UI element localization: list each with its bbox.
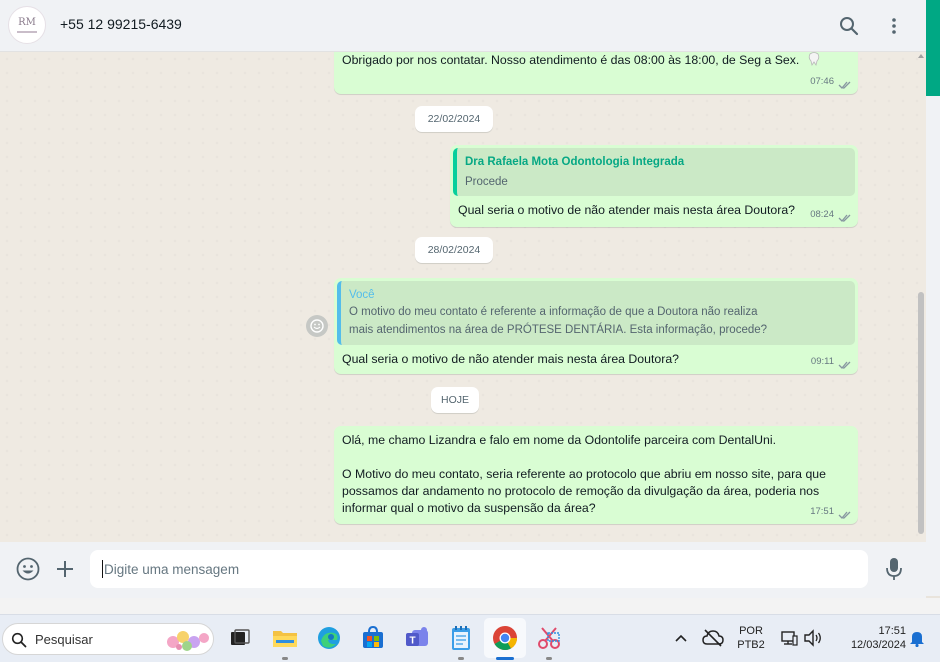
flowers-decoration-icon [167, 631, 209, 651]
double-check-icon [838, 214, 851, 222]
teams-icon[interactable]: T [402, 623, 432, 653]
language-indicator[interactable]: POR PTB2 [734, 624, 768, 652]
quoted-message[interactable]: Dra Rafaela Mota Odontologia Integrada P… [453, 148, 855, 196]
side-panel-edge [926, 96, 940, 596]
contact-name[interactable]: +55 12 99215-6439 [60, 16, 182, 32]
quote-text: Procede [465, 176, 508, 188]
date-divider: HOJE [431, 387, 479, 413]
message-bubble-outgoing[interactable]: Você O motivo do meu contato é referente… [334, 278, 858, 374]
clock-time: 17:51 [878, 625, 906, 637]
snipping-tool-icon[interactable] [534, 623, 564, 653]
search-icon[interactable] [836, 13, 862, 39]
double-check-icon [838, 81, 851, 89]
chat-scrollbar[interactable] [916, 52, 926, 542]
message-text-line: O Motivo do meu contato, seria referente… [342, 467, 826, 481]
date-divider: 22/02/2024 [415, 106, 493, 132]
quoted-message[interactable]: Você O motivo do meu contato é referente… [337, 281, 855, 345]
quote-author: Dra Rafaela Mota Odontologia Integrada [465, 156, 685, 168]
text-cursor [102, 560, 103, 578]
svg-text:T: T [409, 636, 415, 647]
message-composer [0, 542, 926, 598]
message-text-line: possamos dar andamento no protocolo de r… [342, 484, 820, 498]
system-clock[interactable]: 17:51 12/03/2024 [832, 624, 906, 652]
message-time: 07:46 [810, 76, 834, 87]
quote-author: Você [349, 289, 375, 301]
message-text: Obrigado por nos contatar. Nosso atendim… [342, 53, 800, 67]
double-check-icon [838, 511, 851, 519]
avatar-monogram: RM [18, 16, 36, 28]
cloud-offline-icon[interactable] [698, 623, 728, 653]
message-text: Qual seria o motivo de não atender mais … [342, 352, 679, 366]
message-text-line: informar qual o motivo da suspensão da á… [342, 501, 596, 515]
message-time: 09:11 [810, 356, 834, 367]
microphone-icon[interactable] [883, 556, 905, 582]
os-taskbar: Pesquisar T POR PTB2 17:51 12/03/2024 [0, 614, 940, 662]
conversation-panel[interactable]: Obrigado por nos contatar. Nosso atendim… [0, 52, 926, 542]
app-accent-strip [926, 0, 940, 96]
taskbar-search-label: Pesquisar [35, 632, 93, 647]
message-input[interactable] [90, 550, 868, 588]
message-text: Qual seria o motivo de não atender mais … [458, 203, 795, 217]
running-indicator [546, 657, 552, 660]
edge-browser-icon[interactable] [314, 623, 344, 653]
message-time: 17:51 [810, 506, 834, 517]
contact-avatar[interactable]: RM [8, 6, 46, 44]
file-explorer-icon[interactable] [270, 623, 300, 653]
date-divider: 28/02/2024 [415, 237, 493, 263]
scroll-thumb[interactable] [918, 292, 924, 534]
emoji-icon[interactable] [15, 556, 41, 582]
quote-text-line: mais atendimentos na área de PRÓTESE DEN… [349, 324, 768, 336]
running-indicator [282, 657, 288, 660]
chrome-browser-icon[interactable] [490, 623, 520, 653]
chat-header: RM +55 12 99215-6439 [0, 0, 926, 52]
tooth-emoji-icon [808, 52, 820, 71]
chevron-up-icon[interactable] [666, 623, 696, 653]
double-check-icon [838, 361, 851, 369]
clock-date: 12/03/2024 [850, 639, 906, 651]
microsoft-store-icon[interactable] [358, 623, 388, 653]
scroll-up-arrow-icon[interactable] [918, 54, 924, 58]
message-bubble-outgoing[interactable]: Obrigado por nos contatar. Nosso atendim… [334, 52, 858, 94]
more-vertical-icon[interactable] [881, 13, 907, 39]
search-icon [11, 632, 27, 648]
notepad-icon[interactable] [446, 623, 476, 653]
keyboard-layout: PTB2 [737, 639, 765, 651]
notification-bell-icon[interactable] [902, 623, 932, 653]
message-text-line: Olá, me chamo Lizandra e falo em nome da… [342, 433, 777, 447]
active-indicator [496, 657, 514, 660]
running-indicator [458, 657, 464, 660]
volume-icon[interactable] [798, 623, 828, 653]
message-bubble-outgoing[interactable]: Olá, me chamo Lizandra e falo em nome da… [334, 426, 858, 524]
language-code: POR [739, 625, 763, 637]
message-time: 08:24 [810, 209, 834, 220]
message-bubble-outgoing[interactable]: Dra Rafaela Mota Odontologia Integrada P… [450, 145, 858, 227]
window-bottom-edge [0, 598, 940, 614]
task-view-icon[interactable] [225, 623, 255, 653]
react-emoji-icon[interactable] [306, 315, 328, 337]
avatar-logo-line [17, 30, 37, 33]
plus-icon[interactable] [53, 557, 77, 581]
quote-text-line: O motivo do meu contato é referente a in… [349, 306, 758, 318]
taskbar-search[interactable]: Pesquisar [2, 623, 214, 655]
